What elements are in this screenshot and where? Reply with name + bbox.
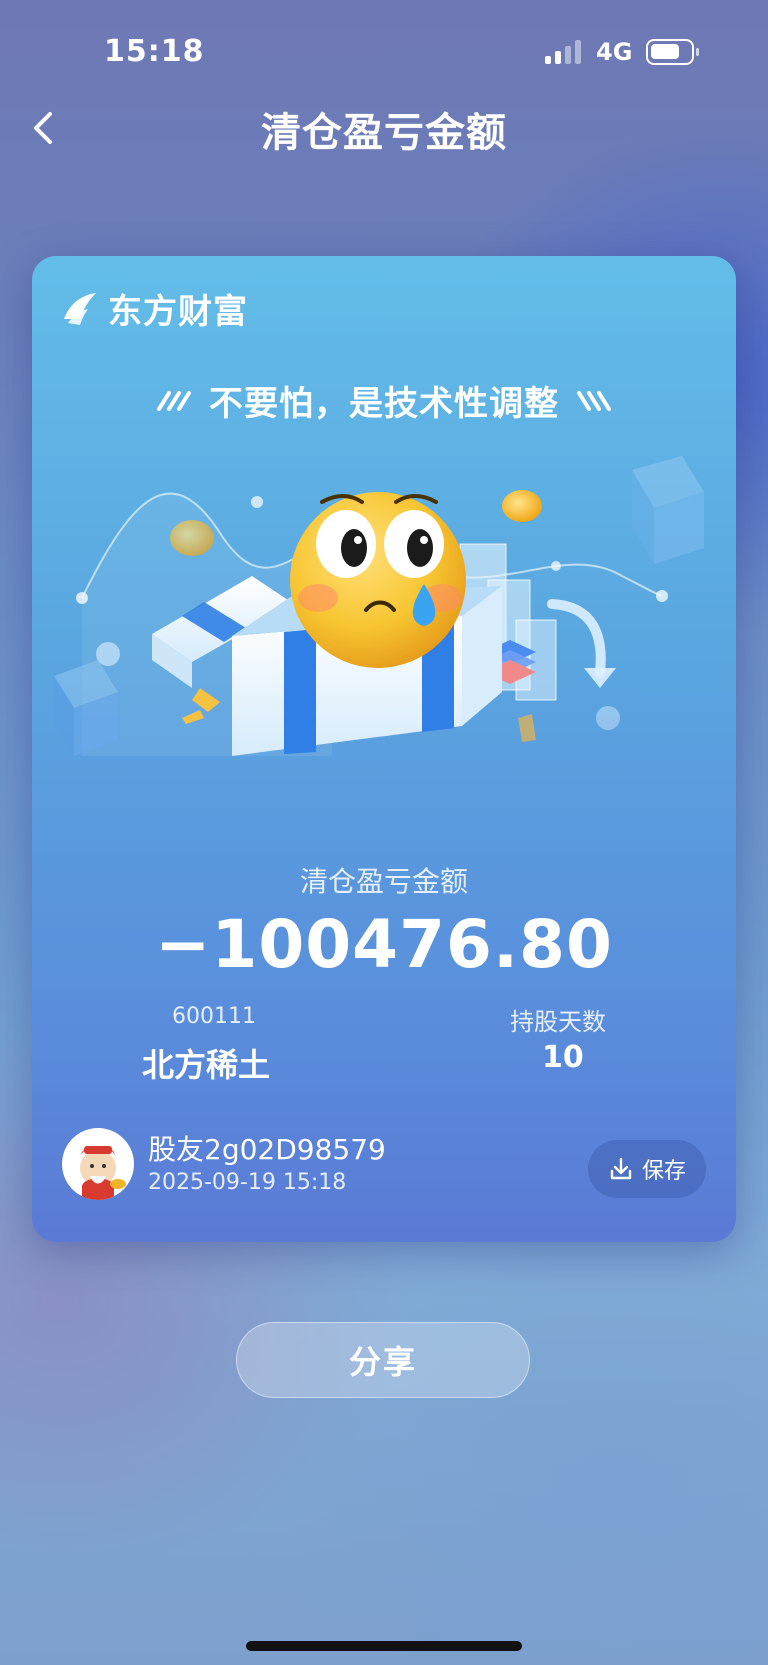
pnl-card: 东方财富 不要怕，是技术性调整 清仓盈亏金额 −100476.80 600111…	[32, 256, 736, 1242]
network-type: 4G	[596, 38, 633, 66]
stock-name: 北方稀土	[142, 1046, 271, 1084]
timestamp: 2025-09-19 15:18	[148, 1170, 347, 1195]
avatar	[62, 1128, 134, 1200]
holding-days-label: 持股天数	[510, 1008, 606, 1036]
home-indicator	[246, 1641, 522, 1651]
battery-icon	[646, 39, 699, 65]
slogan-row: 不要怕，是技术性调整	[32, 376, 736, 425]
status-time: 15:18	[104, 34, 205, 69]
pnl-amount: −100476.80	[155, 906, 613, 983]
slogan: 不要怕，是技术性调整	[209, 384, 559, 424]
download-icon	[610, 1157, 632, 1180]
amount-label: 清仓盈亏金额	[299, 865, 468, 898]
slogan-right-deco-icon	[577, 390, 611, 411]
save-button[interactable]: 保存	[588, 1140, 706, 1198]
share-button[interactable]: 分享	[236, 1322, 530, 1398]
holding-days-value: 10	[542, 1040, 584, 1075]
slogan-left-deco-icon	[157, 390, 191, 411]
eastmoney-logo-icon	[64, 292, 96, 325]
page-title: 清仓盈亏金额	[261, 110, 507, 156]
save-label: 保存	[641, 1159, 686, 1184]
signal-icon	[545, 40, 585, 64]
stock-code: 600111	[172, 1004, 256, 1029]
status-bar: 15:18 4G	[0, 0, 768, 100]
user-name: 股友2g02D98579	[148, 1133, 386, 1166]
brand: 东方财富	[60, 284, 248, 333]
brand-name: 东方财富	[108, 292, 248, 332]
